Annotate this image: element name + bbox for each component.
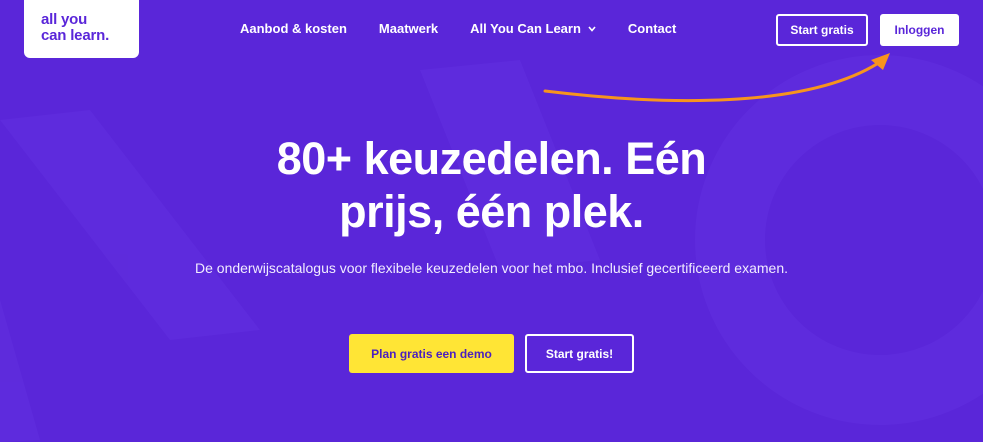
nav-item-maatwerk[interactable]: Maatwerk: [379, 21, 438, 36]
hero-subtitle: De onderwijscatalogus voor flexibele keu…: [195, 260, 788, 276]
logo-line-1: all you: [41, 11, 88, 28]
hero-title-line-1: 80+ keuzedelen. Eén: [276, 133, 707, 184]
nav-item-label: All You Can Learn: [470, 21, 581, 36]
nav-item-label: Maatwerk: [378, 21, 439, 36]
start-free-button[interactable]: Start gratis!: [525, 334, 634, 373]
nav-item-aanbod[interactable]: Aanbod & kosten: [240, 21, 347, 36]
hero-title-line-2: prijs, één plek.: [339, 186, 644, 237]
nav-item-label: Contact: [627, 21, 677, 36]
nav-item-label: Aanbod & kosten: [240, 21, 347, 36]
hero-title: 80+ keuzedelen. Eén prijs, één plek.: [0, 132, 983, 238]
arrow-annotation-icon: [543, 53, 890, 103]
brand-logo[interactable]: all you can learn.: [24, 0, 139, 58]
plan-demo-button[interactable]: Plan gratis een demo: [349, 334, 514, 373]
login-button[interactable]: Inloggen: [880, 14, 959, 46]
main-nav: Aanbod & kosten Maatwerk All You Can Lea…: [240, 21, 708, 36]
logo-line-2: can learn.: [41, 27, 110, 44]
nav-item-contact[interactable]: Contact: [628, 21, 676, 36]
nav-item-all-you-can-learn[interactable]: All You Can Learn: [470, 21, 596, 36]
header-start-free-button[interactable]: Start gratis: [776, 14, 868, 46]
chevron-down-icon: [588, 25, 596, 32]
